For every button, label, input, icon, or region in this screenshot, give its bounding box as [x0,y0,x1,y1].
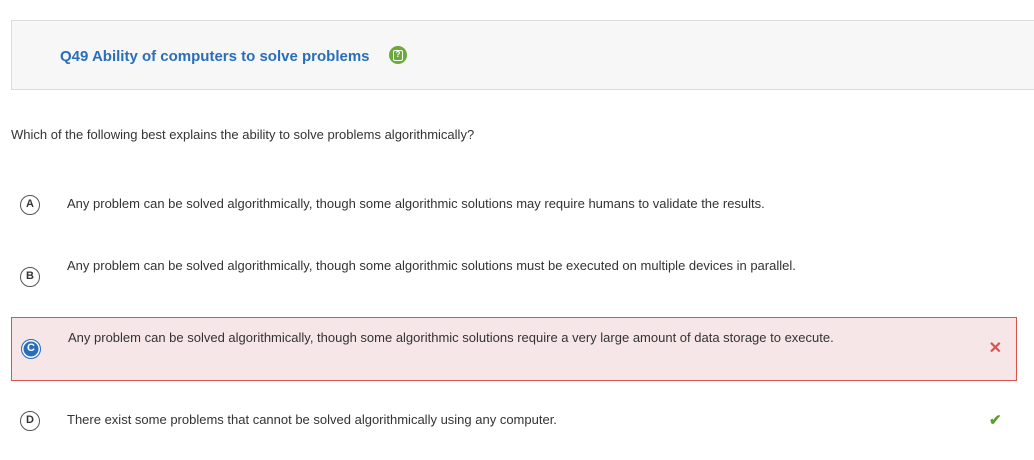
question-page: Q49 Ability of computers to solve proble… [0,0,1034,460]
answer-option-a[interactable]: A Any problem can be solved algorithmica… [11,190,1017,220]
correct-check-icon: ✔ [989,412,1002,429]
option-text-d: There exist some problems that cannot be… [67,412,557,427]
question-title: Q49 Ability of computers to solve proble… [60,48,370,65]
option-text-a: Any problem can be solved algorithmicall… [67,196,765,211]
option-text-c: Any problem can be solved algorithmicall… [68,330,834,345]
option-letter-a[interactable]: A [20,195,40,215]
answer-option-b[interactable]: B Any problem can be solved algorithmica… [11,254,1017,298]
help-icon-glyph: ? [393,49,403,61]
question-header: Q49 Ability of computers to solve proble… [11,20,1034,90]
help-icon[interactable]: ? [389,46,407,64]
option-letter-b[interactable]: B [20,267,40,287]
question-prompt: Which of the following best explains the… [11,127,475,142]
answer-option-d[interactable]: D There exist some problems that cannot … [11,406,1017,436]
option-letter-d[interactable]: D [20,411,40,431]
option-letter-c[interactable]: C [21,339,41,359]
answer-option-c[interactable]: C Any problem can be solved algorithmica… [11,317,1017,381]
option-text-b: Any problem can be solved algorithmicall… [67,258,796,273]
incorrect-x-icon: ✕ [988,340,1002,357]
